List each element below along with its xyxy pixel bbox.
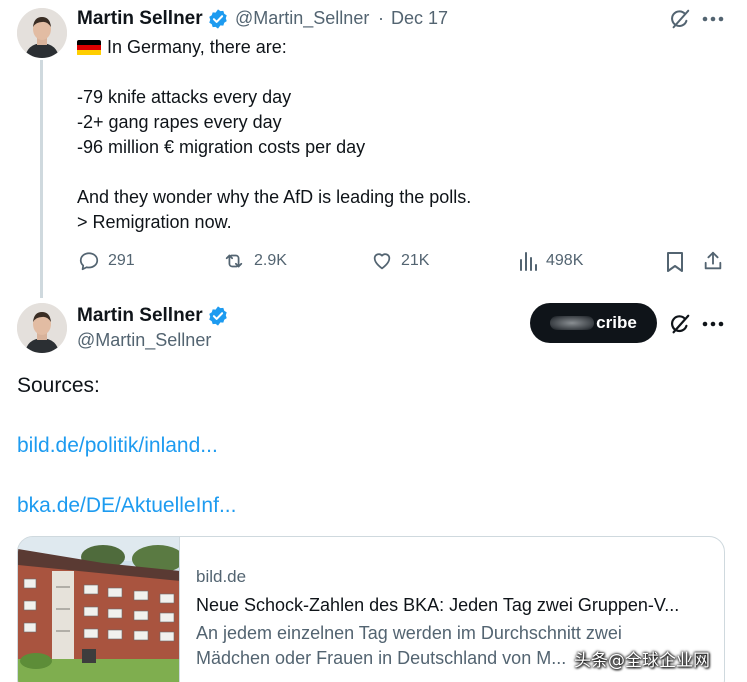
card-thumbnail [18,537,180,682]
like-button[interactable]: 21K [371,250,429,272]
repost-button[interactable]: 2.9K [222,250,287,272]
avatar[interactable] [17,303,67,353]
repost-count: 2.9K [254,252,287,269]
views-count: 498K [546,252,584,269]
tweet-line: > Remigration now. [77,212,232,232]
source-link-bka[interactable]: bka.de/DE/AktuelleInf... [17,494,236,518]
share-icon[interactable] [700,249,726,273]
germany-flag-icon [77,39,101,56]
source-link-bild[interactable]: bild.de/politik/inland... [17,434,218,458]
subscribe-label: cribe [596,313,637,332]
sources-label: Sources: [17,374,100,397]
card-description-line: Mädchen oder Frauen in Deutschland von M… [196,648,567,668]
more-options-icon[interactable] [698,6,728,32]
views-chart-icon [520,252,537,271]
like-count: 21K [401,252,430,269]
tweet-line: And they wonder why the AfD is leading t… [77,187,472,207]
reply-icon [79,252,99,271]
tweet-text: In Germany, there are: -79 knife attacks… [77,35,471,235]
verified-badge-icon [209,9,227,29]
separator-dot: · [378,8,384,28]
thread-line [40,60,43,298]
subscribe-button[interactable]: cribe [530,303,657,343]
more-options-icon[interactable] [698,311,728,337]
author-handle[interactable]: @Martin_Sellner [235,8,369,29]
reply-button[interactable]: 291 [78,250,135,272]
author-handle[interactable]: @Martin_Sellner [77,330,211,351]
author-name[interactable]: Martin Sellner [77,305,203,327]
bookmark-icon[interactable] [662,250,688,274]
tweet-line: -96 million € migration costs per day [77,137,366,157]
views-button[interactable]: 498K [518,250,583,272]
card-description-line: An jedem einzelnen Tag werden im Durchsc… [196,623,622,643]
tweet-line: In Germany, there are: [107,37,287,57]
grok-icon[interactable] [667,6,693,32]
repost-icon [225,254,243,268]
verified-badge-icon [209,306,227,326]
watermark: 头条@全球企业网 [574,651,710,671]
tweet-line: -2+ gang rapes every day [77,112,282,132]
card-title: Neue Schock-Zahlen des BKA: Jeden Tag zw… [196,595,680,615]
tweet-line: -79 knife attacks every day [77,87,292,107]
tweet-date[interactable]: Dec 17 [391,8,448,29]
card-domain: bild.de [196,567,247,586]
author-name[interactable]: Martin Sellner [77,8,203,30]
avatar[interactable] [17,8,67,58]
grok-icon[interactable] [667,311,693,337]
blurred-text [550,316,595,330]
heart-icon [373,253,391,270]
reply-count: 291 [108,252,135,269]
